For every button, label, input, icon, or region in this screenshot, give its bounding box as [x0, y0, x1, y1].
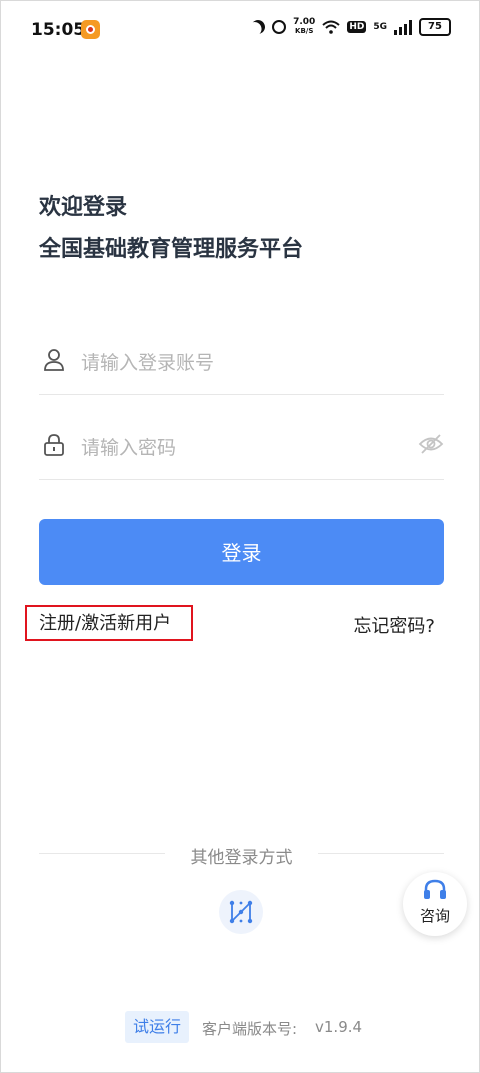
hd-badge: HD: [347, 21, 367, 33]
user-icon: [44, 349, 64, 371]
trial-run-badge: 试运行: [125, 1011, 189, 1043]
app-notification-icon: [81, 20, 100, 39]
consult-label: 咨询: [419, 907, 450, 925]
battery-icon: 75: [419, 18, 451, 36]
alarm-icon: [272, 20, 287, 34]
password-field: [39, 419, 444, 480]
headset-icon: [424, 879, 446, 899]
account-field: [39, 334, 444, 395]
speed-unit: KB/S: [295, 27, 314, 35]
wifi-icon: [322, 20, 340, 34]
register-activate-link[interactable]: 注册/激活新用户: [25, 605, 193, 641]
network-speed: 7.00 KB/S: [293, 18, 315, 36]
network-type: 5G: [373, 22, 387, 32]
divider-right: [318, 853, 444, 854]
signal-icon: [394, 19, 412, 35]
pattern-login-button[interactable]: [219, 890, 263, 934]
forgot-password-link[interactable]: 忘记密码?: [353, 612, 435, 638]
lock-icon: [44, 434, 64, 456]
system-icons: 7.00 KB/S HD 5G 75: [251, 18, 451, 36]
status-time: 15:05: [31, 20, 86, 40]
version-label: 客户端版本号:: [202, 1020, 298, 1038]
platform-title: 全国基础教育管理服务平台: [39, 237, 304, 262]
other-login-label: 其他登录方式: [190, 848, 293, 868]
pattern-lock-icon: [229, 900, 253, 924]
welcome-title: 欢迎登录: [39, 195, 128, 220]
password-input[interactable]: [79, 429, 403, 467]
consult-button[interactable]: 咨询: [403, 872, 467, 936]
divider-left: [39, 853, 165, 854]
moon-icon: [249, 17, 268, 36]
status-bar: 15:05 7.00 KB/S HD 5G 75: [1, 1, 480, 59]
account-input[interactable]: [79, 344, 403, 382]
speed-value: 7.00: [293, 17, 316, 27]
eye-hidden-icon[interactable]: [418, 433, 444, 455]
login-button[interactable]: 登录: [39, 519, 444, 585]
version-value: v1.9.4: [315, 1018, 363, 1036]
